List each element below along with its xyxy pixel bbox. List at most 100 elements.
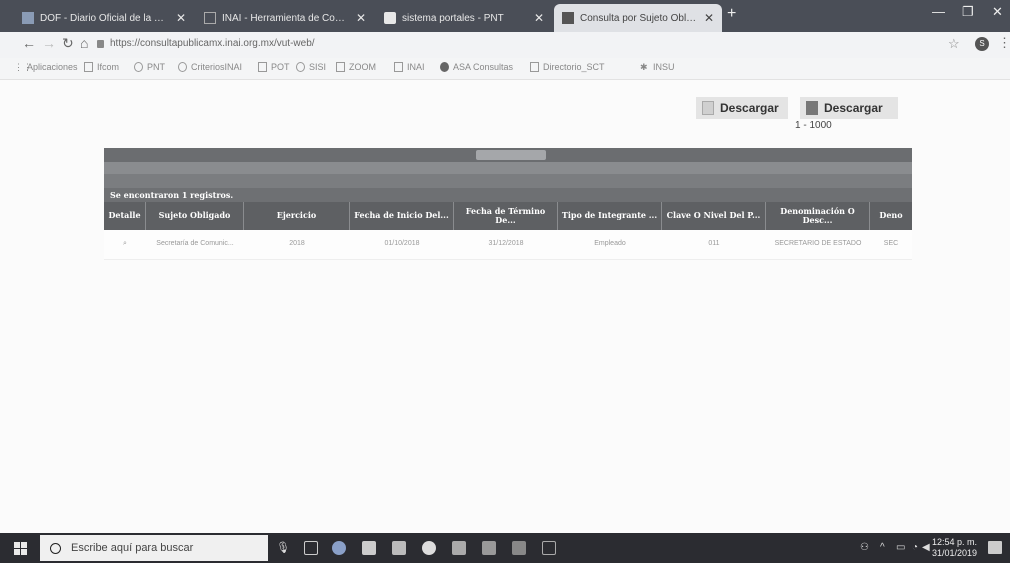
profile-avatar[interactable]: S (975, 37, 989, 51)
tab-inai[interactable]: INAI - Herramienta de Comunic ✕ (196, 4, 374, 32)
mail-app-icon[interactable] (362, 541, 376, 555)
url-field[interactable]: https://consultapublicamx.inai.org.mx/vu… (110, 38, 315, 49)
close-tab-icon[interactable]: ✕ (534, 11, 544, 25)
bookmark-star-icon[interactable]: ☆ (948, 36, 960, 52)
bookmark-label: Directorio_SCT (543, 62, 605, 72)
bookmark-label: Ifcom (97, 62, 120, 72)
battery-icon: ▭ (896, 542, 906, 553)
download-label: Descargar (720, 101, 779, 115)
restore-icon[interactable]: ❐ (962, 4, 974, 20)
taskbar-search[interactable]: Escribe aquí para buscar (40, 535, 268, 561)
column-header[interactable]: Ejercicio (244, 202, 350, 230)
detail-icon[interactable]: ⌕ (104, 230, 146, 259)
windows-start-icon[interactable] (14, 542, 27, 555)
bookmark-insu[interactable]: ✱ INSU (640, 62, 675, 72)
bookmark-asa[interactable]: ASA Consultas (440, 62, 513, 72)
task-view-icon[interactable] (304, 541, 318, 555)
close-tab-icon[interactable]: ✕ (704, 11, 714, 25)
bookmark-label: ZOOM (349, 62, 376, 72)
column-header[interactable]: Deno (870, 202, 912, 230)
bookmark-ifcom[interactable]: Ifcom (84, 62, 119, 72)
chrome-app-icon[interactable] (422, 541, 436, 555)
tab-label: INAI - Herramienta de Comunic (222, 12, 350, 24)
minimize-icon[interactable]: — (932, 4, 945, 19)
directory-icon (530, 62, 539, 72)
cortana-icon (50, 542, 61, 554)
bookmark-criterios[interactable]: CriteriosINAI (178, 62, 242, 72)
download-button-2[interactable]: Descargar (800, 97, 898, 119)
reload-icon[interactable]: ↻ (62, 35, 74, 52)
cell-clave: 011 (708, 240, 720, 248)
pager-control[interactable] (476, 150, 546, 160)
page-icon (336, 62, 345, 72)
records-found-text: Se encontraron 1 registros. (104, 188, 912, 202)
address-bar: ← → ↻ ⌂ https://consultapublicamx.inai.o… (0, 32, 1010, 58)
insu-icon: ✱ (640, 62, 648, 72)
new-tab-icon[interactable]: + (727, 5, 736, 23)
explorer-app-icon[interactable] (392, 541, 406, 555)
column-header[interactable]: Denominación O Desc... (766, 202, 870, 230)
bookmark-label: POT (271, 62, 290, 72)
cell-ejercicio: 2018 (289, 240, 305, 248)
word-app-icon[interactable] (482, 541, 496, 555)
browser-titlebar: DOF - Diario Oficial de la Federa ✕ INAI… (0, 0, 1010, 32)
cell-deno: SEC (883, 240, 899, 248)
bookmarks-bar: ⋮⋮ Aplicaciones Ifcom PNT CriteriosINAI P… (0, 58, 1010, 80)
column-header-row: Detalle Sujeto Obligado Ejercicio Fecha … (104, 202, 912, 230)
tray-chevron-icon[interactable]: ^ (880, 542, 885, 553)
cell-inicio: 01/10/2018 (384, 240, 420, 248)
tab-consulta[interactable]: Consulta por Sujeto Obligado ✕ (554, 4, 722, 32)
bookmark-inai[interactable]: INAI (394, 62, 425, 72)
tab-dof[interactable]: DOF - Diario Oficial de la Federa ✕ (14, 4, 194, 32)
bookmark-pnt[interactable]: PNT (134, 62, 165, 72)
notifications-icon[interactable] (988, 541, 1002, 554)
acrobat-app-icon[interactable] (542, 541, 556, 555)
column-header[interactable]: Fecha de Inicio Del... (350, 202, 454, 230)
bookmark-aplicaciones[interactable]: ⋮⋮ Aplicaciones (14, 62, 78, 72)
bookmark-label: INAI (407, 62, 425, 72)
back-icon[interactable]: ← (22, 35, 36, 51)
bookmark-zoom[interactable]: ZOOM (336, 62, 376, 72)
outlook-app-icon[interactable] (452, 541, 466, 555)
home-icon[interactable]: ⌂ (80, 35, 88, 51)
bookmark-directorio[interactable]: Directorio_SCT (530, 62, 605, 72)
page-favicon-icon (204, 12, 216, 24)
circle-icon (440, 62, 449, 72)
table-toolbar (104, 162, 912, 174)
microphone-icon[interactable]: 🎙 (276, 541, 290, 554)
cell-sujeto: Secretaría de Comunic... (156, 240, 234, 248)
result-range: 1 - 1000 (795, 120, 832, 131)
table-row[interactable]: ⌕ Secretaría de Comunic... 2018 01/10/20… (104, 230, 912, 260)
people-icon[interactable]: ⚇ (860, 542, 869, 553)
pager-bar (104, 148, 912, 162)
column-header[interactable]: Sujeto Obligado (146, 202, 244, 230)
forward-icon[interactable]: → (42, 35, 56, 51)
page-icon (394, 62, 403, 72)
results-table: Se encontraron 1 registros. Detalle Suje… (104, 148, 912, 260)
pnt-favicon-icon (384, 12, 396, 24)
close-tab-icon[interactable]: ✕ (176, 11, 186, 25)
close-window-icon[interactable]: ✕ (992, 4, 1003, 20)
download-button-1[interactable]: Descargar (696, 97, 788, 119)
column-header[interactable]: Fecha de Término De... (454, 202, 558, 230)
cell-denominacion: SECRETARIO DE ESTADO (774, 240, 862, 248)
column-header[interactable]: Detalle (104, 202, 146, 230)
person-icon (296, 62, 305, 72)
network-icon[interactable]: ◔ (912, 542, 918, 553)
tab-sistema-portales[interactable]: sistema portales - PNT ✕ (376, 4, 552, 32)
bookmark-sisi[interactable]: SISI (296, 62, 326, 72)
close-tab-icon[interactable]: ✕ (356, 11, 366, 25)
excel-app-icon[interactable] (512, 541, 526, 555)
volume-icon[interactable]: ◀ (922, 542, 930, 553)
column-header[interactable]: Clave O Nivel Del P... (662, 202, 766, 230)
cell-tipo: Empleado (594, 240, 626, 248)
bookmark-label: Aplicaciones (27, 62, 78, 72)
column-header[interactable]: Tipo de Integrante ... (558, 202, 662, 230)
bookmark-pot[interactable]: POT (258, 62, 290, 72)
clock-date: 31/01/2019 (932, 548, 978, 559)
taskbar-clock[interactable]: 12:54 p. m. 31/01/2019 (932, 537, 977, 560)
menu-icon[interactable]: ⋮ (998, 35, 1010, 51)
tab-label: sistema portales - PNT (402, 12, 504, 24)
browser-app-icon[interactable] (332, 541, 346, 555)
table-toolbar-2 (104, 174, 912, 188)
